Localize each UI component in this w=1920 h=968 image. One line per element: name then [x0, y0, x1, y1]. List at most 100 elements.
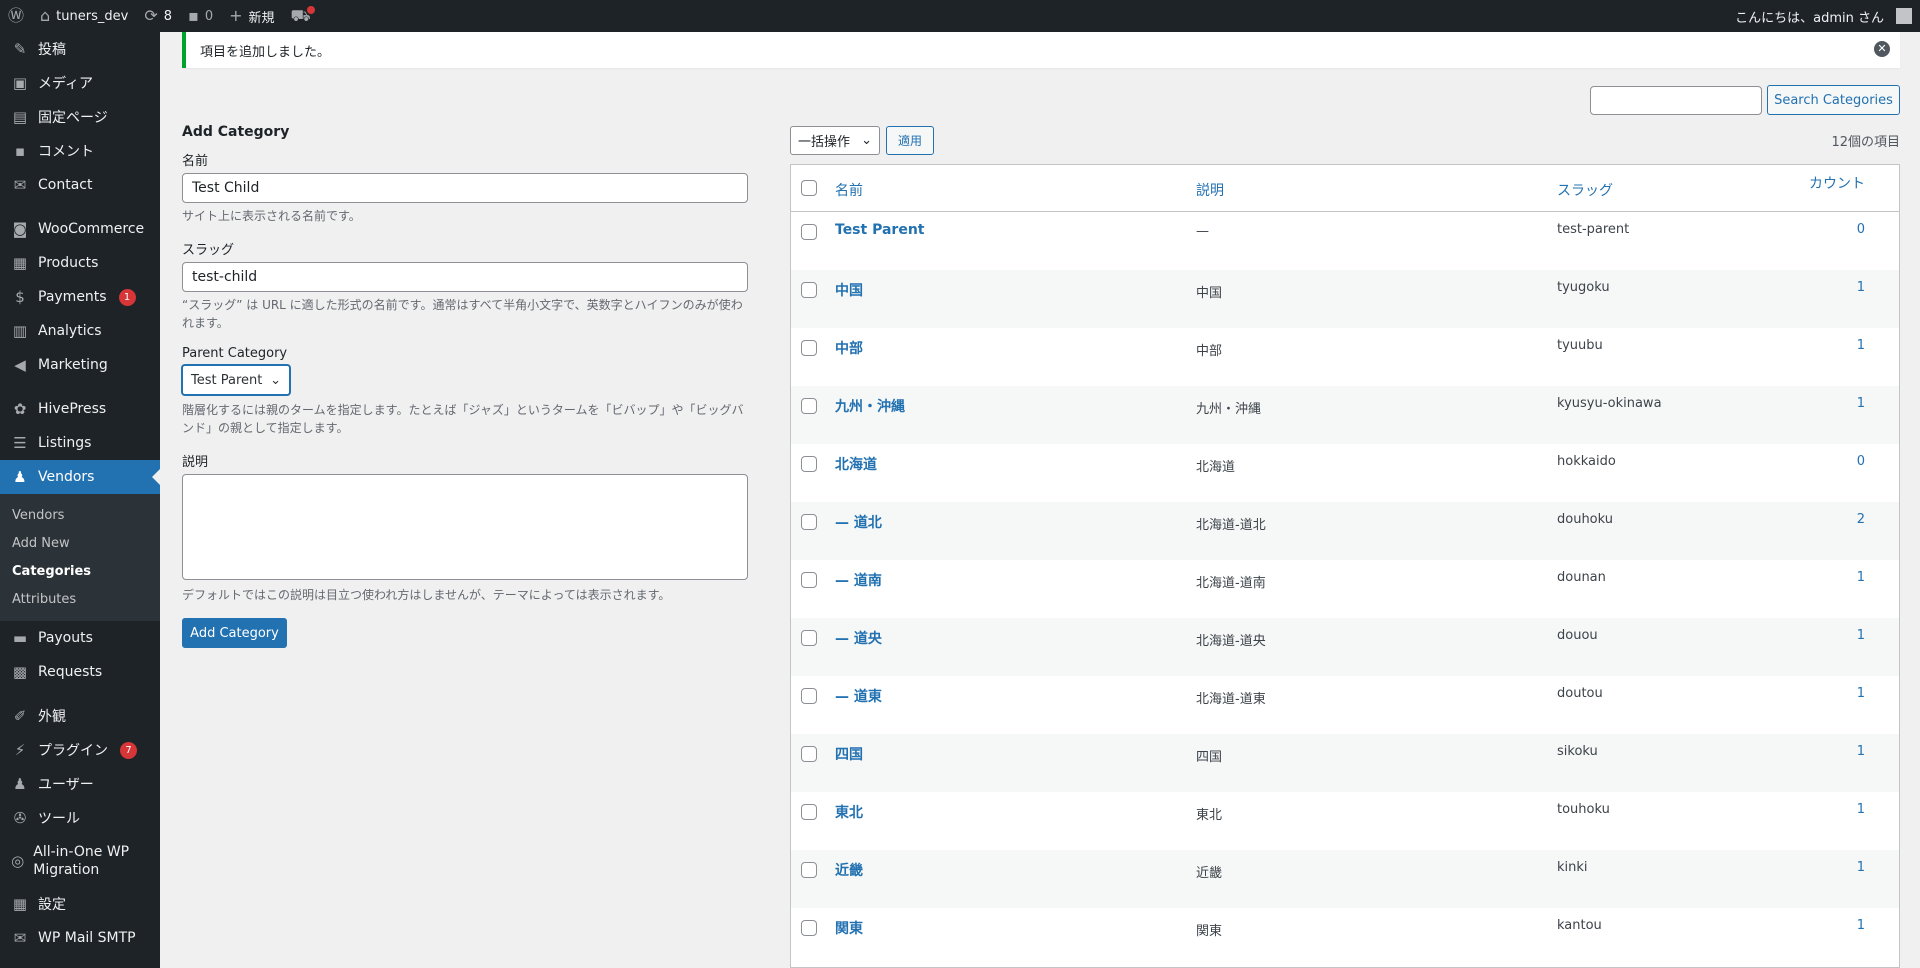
- category-count-link[interactable]: 1: [1857, 802, 1865, 817]
- add-category-button[interactable]: Add Category: [182, 618, 287, 648]
- form-heading: Add Category: [182, 124, 290, 140]
- category-description: 関東: [1196, 924, 1223, 939]
- row-checkbox[interactable]: [801, 340, 817, 356]
- sidebar-item-[interactable]: ▪ コメント: [0, 134, 160, 168]
- sidebar-item-requests[interactable]: ▩ Requests: [0, 655, 160, 689]
- apply-button[interactable]: 適用: [886, 126, 934, 155]
- category-name-link[interactable]: — 道東: [835, 686, 882, 706]
- category-slug: touhoku: [1557, 802, 1610, 817]
- sidebar-item-marketing[interactable]: ◀ Marketing: [0, 348, 160, 382]
- wp-logo-button[interactable]: Ⓦ: [0, 0, 32, 32]
- account-menu[interactable]: こんにちは、admin さん: [1727, 0, 1920, 32]
- category-description: 近畿: [1196, 866, 1223, 881]
- row-checkbox[interactable]: [801, 456, 817, 472]
- column-name[interactable]: 名前: [835, 180, 863, 200]
- sidebar-item-hivepress[interactable]: ✿ HivePress: [0, 392, 160, 426]
- row-checkbox[interactable]: [801, 514, 817, 530]
- parent-category-select[interactable]: Test Parent ⌄: [182, 365, 290, 395]
- row-checkbox[interactable]: [801, 224, 817, 240]
- sidebar-item-analytics[interactable]: ▥ Analytics: [0, 314, 160, 348]
- sidebar-item-listings[interactable]: ☰ Listings: [0, 426, 160, 460]
- category-count-link[interactable]: 1: [1857, 396, 1865, 411]
- sidebar-item-[interactable]: ✎ 投稿: [0, 32, 160, 66]
- updates-link[interactable]: ⟳ 8: [136, 0, 180, 32]
- row-checkbox[interactable]: [801, 630, 817, 646]
- category-name-link[interactable]: — 道北: [835, 512, 882, 532]
- row-checkbox[interactable]: [801, 572, 817, 588]
- column-count[interactable]: カウント: [1809, 173, 1865, 193]
- category-count-link[interactable]: 1: [1857, 338, 1865, 353]
- category-count-link[interactable]: 0: [1857, 454, 1865, 469]
- category-count-link[interactable]: 1: [1857, 744, 1865, 759]
- category-name-link[interactable]: 中国: [835, 280, 863, 300]
- sidebar-item-label: 固定ページ: [38, 110, 108, 126]
- sidebar-item-payouts[interactable]: ▬ Payouts: [0, 621, 160, 655]
- home-icon: ⌂: [40, 6, 51, 25]
- parent-category-label: Parent Category: [182, 346, 288, 361]
- category-count-link[interactable]: 0: [1857, 222, 1865, 237]
- sidebar-item-[interactable]: ▣ メディア: [0, 66, 160, 100]
- search-categories-button[interactable]: Search Categories: [1767, 85, 1900, 115]
- column-slug[interactable]: スラッグ: [1557, 180, 1613, 200]
- search-input[interactable]: [1590, 86, 1762, 115]
- category-count-link[interactable]: 1: [1857, 628, 1865, 643]
- category-name-link[interactable]: 四国: [835, 744, 863, 764]
- comments-link[interactable]: ▪ 0: [180, 0, 221, 32]
- sidebar-item-wp-mail-smtp[interactable]: ✉ WP Mail SMTP: [0, 921, 160, 955]
- sidebar-item-contact[interactable]: ✉ Contact: [0, 168, 160, 202]
- category-name-link[interactable]: 北海道: [835, 454, 877, 474]
- sidebar-item-[interactable]: ✐ 外観: [0, 699, 160, 733]
- row-checkbox[interactable]: [801, 688, 817, 704]
- category-count-link[interactable]: 1: [1857, 860, 1865, 875]
- submenu-item-attributes[interactable]: Attributes: [0, 585, 160, 613]
- cart-link[interactable]: ⛟: [283, 0, 319, 32]
- new-content-link[interactable]: + 新規: [221, 0, 282, 32]
- sidebar-item-payments[interactable]: $ Payments 1: [0, 280, 160, 314]
- sidebar-item-all-in-one-wp-migration[interactable]: ◎ All-in-One WP Migration: [0, 835, 160, 887]
- sidebar-item-[interactable]: ▤ 固定ページ: [0, 100, 160, 134]
- category-count-link[interactable]: 2: [1857, 512, 1865, 527]
- row-checkbox[interactable]: [801, 398, 817, 414]
- category-name-link[interactable]: — 道南: [835, 570, 882, 590]
- sidebar-item-[interactable]: ♟ ユーザー: [0, 767, 160, 801]
- sidebar-item-products[interactable]: ▦ Products: [0, 246, 160, 280]
- sidebar-item-woocommerce[interactable]: ◙ WooCommerce: [0, 212, 160, 246]
- category-name-link[interactable]: 中部: [835, 338, 863, 358]
- row-checkbox[interactable]: [801, 282, 817, 298]
- select-all-checkbox[interactable]: [801, 180, 817, 196]
- sidebar-item-[interactable]: ⚡ プラグイン 7: [0, 733, 160, 767]
- category-count-link[interactable]: 1: [1857, 918, 1865, 933]
- category-count-link[interactable]: 1: [1857, 570, 1865, 585]
- category-name-link[interactable]: Test Parent: [835, 222, 924, 238]
- category-count-link[interactable]: 1: [1857, 686, 1865, 701]
- submenu-item-vendors[interactable]: Vendors: [0, 501, 160, 529]
- row-checkbox[interactable]: [801, 804, 817, 820]
- sidebar-item-[interactable]: ✇ ツール: [0, 801, 160, 835]
- description-textarea[interactable]: [182, 474, 748, 580]
- sidebar-item-label: 外観: [38, 709, 66, 725]
- row-checkbox[interactable]: [801, 920, 817, 936]
- category-name-link[interactable]: 近畿: [835, 860, 863, 880]
- category-name-link[interactable]: 関東: [835, 918, 863, 938]
- sidebar-item-vendors[interactable]: ♟ Vendors: [0, 460, 160, 494]
- sidebar-item-label: メディア: [38, 76, 94, 92]
- close-icon[interactable]: ✕: [1874, 41, 1890, 57]
- site-name-link[interactable]: ⌂ tuners_dev: [32, 0, 136, 32]
- category-name-link[interactable]: — 道央: [835, 628, 882, 648]
- submenu-item-categories[interactable]: Categories: [0, 557, 160, 585]
- category-name-link[interactable]: 九州・沖縄: [835, 396, 905, 416]
- sidebar-item-[interactable]: ▦ 設定: [0, 887, 160, 921]
- row-checkbox[interactable]: [801, 862, 817, 878]
- name-field[interactable]: Test Child: [182, 173, 748, 203]
- archive-icon: ▦: [12, 254, 28, 272]
- row-checkbox[interactable]: [801, 746, 817, 762]
- column-description[interactable]: 説明: [1196, 180, 1224, 200]
- category-count-link[interactable]: 1: [1857, 280, 1865, 295]
- submenu-item-add-new[interactable]: Add New: [0, 529, 160, 557]
- wrench-icon: ✇: [13, 809, 27, 827]
- bulk-action-select[interactable]: 一括操作 ⌄: [790, 126, 880, 155]
- slug-field[interactable]: test-child: [182, 262, 748, 292]
- smtp-icon: ✉: [13, 929, 27, 947]
- category-name-link[interactable]: 東北: [835, 802, 863, 822]
- admin-bar: Ⓦ ⌂ tuners_dev ⟳ 8 ▪ 0 + 新規 ⛟ こんにちは、admin さん: [0, 0, 1920, 32]
